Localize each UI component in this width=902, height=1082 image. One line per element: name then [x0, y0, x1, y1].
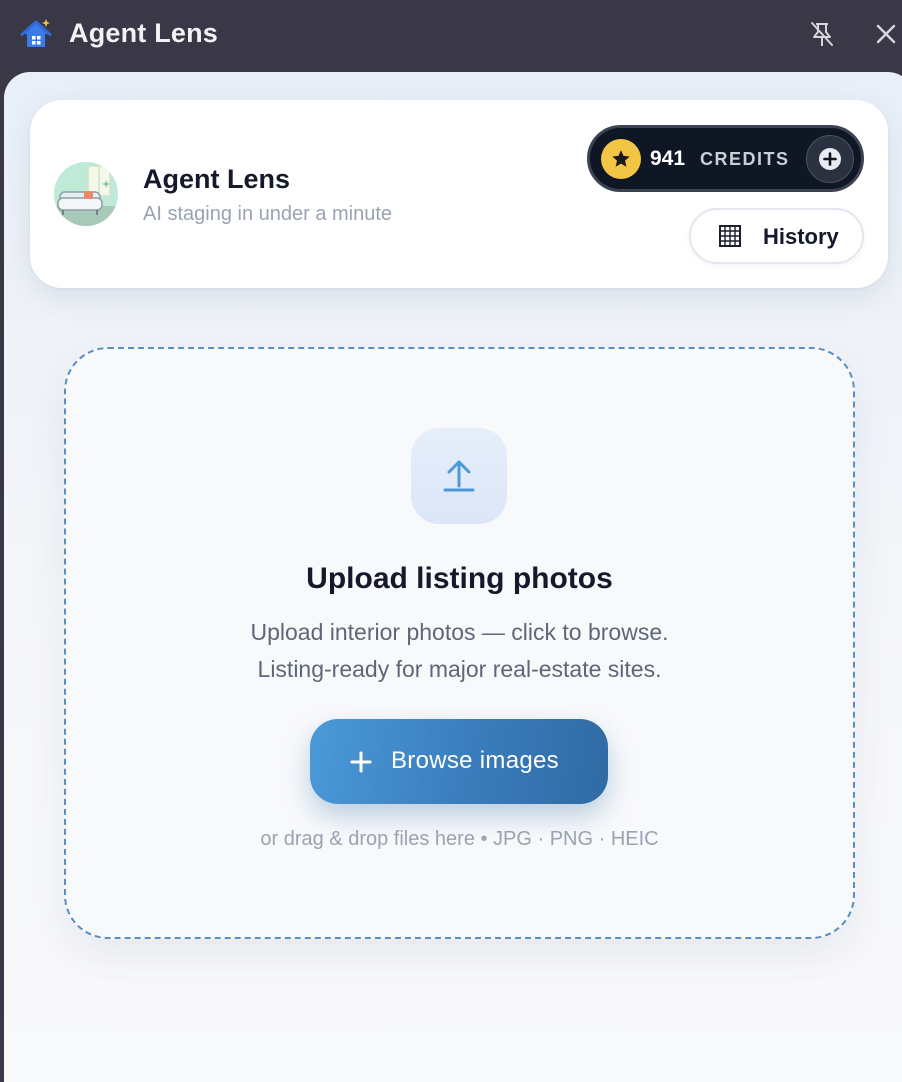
history-label: History — [763, 224, 839, 249]
brand-tagline: AI staging in under a minute — [143, 203, 393, 225]
plus-circle-icon[interactable] — [806, 135, 854, 183]
history-button[interactable]: History — [689, 208, 864, 264]
window-title: Agent Lens — [69, 18, 219, 48]
credits-label: CREDITS — [700, 149, 790, 169]
star-icon — [601, 139, 641, 179]
upload-arrow-icon — [411, 428, 507, 524]
brand-avatar — [54, 162, 118, 226]
upload-description-line-1: Upload interior photos — click to browse… — [250, 619, 669, 645]
upload-description-line-2: Listing-ready for major real-estate site… — [257, 656, 662, 682]
grid-icon — [719, 225, 741, 247]
app-house-icon — [20, 18, 52, 50]
plus-icon — [350, 751, 372, 773]
browse-images-button[interactable]: Browse images — [310, 719, 608, 804]
brand-name: Agent Lens — [143, 164, 291, 194]
close-icon[interactable] — [870, 18, 902, 50]
browse-images-label: Browse images — [391, 747, 559, 774]
unpin-icon[interactable] — [806, 18, 838, 50]
upload-hint: or drag & drop files here • JPG · PNG · … — [260, 828, 659, 850]
upload-title: Upload listing photos — [306, 562, 613, 595]
credits-count: 941 — [650, 147, 686, 170]
window-titlebar: Agent Lens — [0, 0, 902, 72]
upload-description: Upload interior photos — click to browse… — [64, 614, 855, 688]
credits-pill[interactable]: 941 CREDITS — [587, 125, 864, 192]
